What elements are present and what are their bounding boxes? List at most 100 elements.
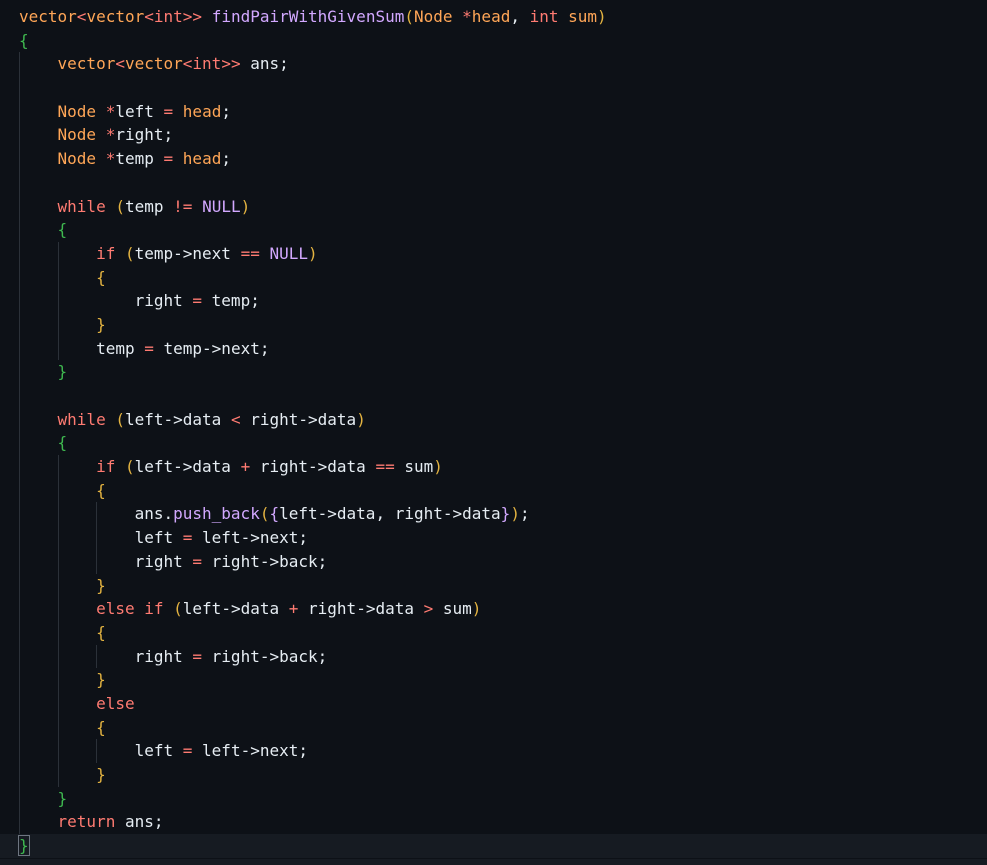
code-line[interactable]: } — [0, 834, 987, 858]
code-line[interactable]: else — [19, 691, 987, 716]
code-token: ( — [124, 243, 135, 263]
indent-guide — [19, 52, 20, 77]
code-token: left->next; — [192, 528, 308, 548]
code-line[interactable]: Node *temp = head; — [19, 147, 987, 171]
code-token: ( — [173, 599, 183, 619]
code-line[interactable]: right = right->back; — [19, 644, 987, 669]
code-token: temp — [124, 196, 174, 216]
code-line[interactable]: } — [19, 763, 987, 787]
code-token: right; — [115, 125, 174, 145]
code-line[interactable]: if (left->data + right->data == sum) — [19, 455, 987, 479]
code-token: left->data — [182, 599, 289, 619]
code-line[interactable]: vector<vector<int>> ans; — [19, 52, 987, 77]
code-token: Node — [57, 149, 97, 169]
code-line[interactable]: { — [19, 620, 987, 645]
indent-guide — [57, 597, 59, 621]
code-line[interactable]: } — [19, 312, 987, 337]
code-line[interactable]: } — [19, 360, 987, 384]
code-line[interactable]: } — [19, 786, 987, 811]
code-token: Node — [57, 125, 97, 145]
code-line[interactable]: vector<vector<int>> findPairWithGivenSum… — [19, 5, 987, 29]
code-line[interactable]: else if (left->data + right->data > sum) — [19, 597, 987, 621]
code-line[interactable]: { — [19, 265, 987, 290]
code-token: * — [105, 149, 116, 169]
code-line[interactable]: left = left->next; — [19, 526, 987, 550]
code-token: ans; — [115, 812, 164, 832]
code-line[interactable]: temp = temp->next; — [19, 336, 987, 361]
code-token: vector — [57, 54, 116, 74]
code-line[interactable]: while (left->data < right->data) — [19, 407, 987, 432]
code-line[interactable]: } — [19, 573, 987, 598]
code-token: == — [375, 457, 395, 477]
code-token: temp — [115, 149, 164, 169]
code-token: temp — [19, 338, 145, 358]
indent-guide — [96, 502, 98, 527]
code-token: ; — [519, 504, 530, 524]
code-line[interactable]: ans.push_back({left->data, right->data})… — [19, 502, 987, 527]
code-token: ; — [221, 101, 231, 121]
code-line[interactable]: Node *right; — [19, 123, 987, 148]
code-token: temp->next; — [153, 338, 270, 358]
code-line[interactable]: { — [19, 218, 987, 242]
indent-guide — [57, 526, 59, 550]
code-token: = — [144, 338, 154, 358]
code-token: = — [192, 291, 203, 311]
indent-guide — [19, 336, 20, 361]
code-editor[interactable]: vector<vector<int>> findPairWithGivenSum… — [0, 0, 987, 865]
indent-guide — [96, 526, 98, 550]
code-line[interactable]: } — [19, 668, 987, 692]
indent-guide — [19, 715, 20, 740]
code-token: * — [462, 7, 472, 26]
code-token: < — [230, 409, 241, 429]
code-token: = — [182, 528, 193, 548]
code-token: push_back — [173, 504, 260, 524]
code-line[interactable]: { — [19, 715, 987, 740]
indent-guide — [57, 549, 59, 574]
code-token: * — [105, 125, 116, 145]
code-token: right->data — [240, 409, 357, 429]
indent-guide — [19, 573, 20, 598]
code-line[interactable]: left = left->next; — [19, 739, 987, 763]
indent-guide — [19, 194, 20, 219]
code-line[interactable]: return ans; — [19, 810, 987, 835]
code-line[interactable]: { — [19, 29, 987, 53]
indent-guide — [19, 526, 20, 550]
indent-guide — [19, 455, 20, 479]
code-line[interactable]: if (temp->next == NULL) — [19, 241, 987, 266]
code-token: Node — [413, 7, 453, 26]
code-line[interactable] — [19, 170, 987, 195]
code-line[interactable] — [19, 76, 987, 100]
code-token: if — [144, 599, 164, 619]
indent-guide — [57, 763, 59, 787]
code-token: + — [288, 599, 299, 619]
code-token: else — [96, 693, 135, 713]
code-token: { — [269, 504, 280, 524]
code-line[interactable] — [19, 384, 987, 408]
code-token: sum — [568, 7, 598, 26]
code-token: * — [105, 101, 116, 121]
code-area[interactable]: vector<vector<int>> findPairWithGivenSum… — [0, 5, 987, 858]
code-line[interactable]: while (temp != NULL) — [19, 194, 987, 219]
indent-guide — [19, 312, 20, 337]
code-line[interactable]: right = right->back; — [19, 549, 987, 574]
indent-guide — [19, 218, 20, 242]
code-line[interactable]: { — [19, 431, 987, 456]
code-line[interactable]: Node *left = head; — [19, 99, 987, 124]
code-token: right — [19, 551, 193, 571]
code-line[interactable]: { — [19, 478, 987, 503]
code-token: { — [96, 267, 106, 287]
code-token: right->back; — [202, 551, 328, 571]
code-token: >> — [221, 54, 241, 74]
code-line[interactable]: right = temp; — [19, 289, 987, 313]
code-token: ( — [115, 409, 125, 429]
